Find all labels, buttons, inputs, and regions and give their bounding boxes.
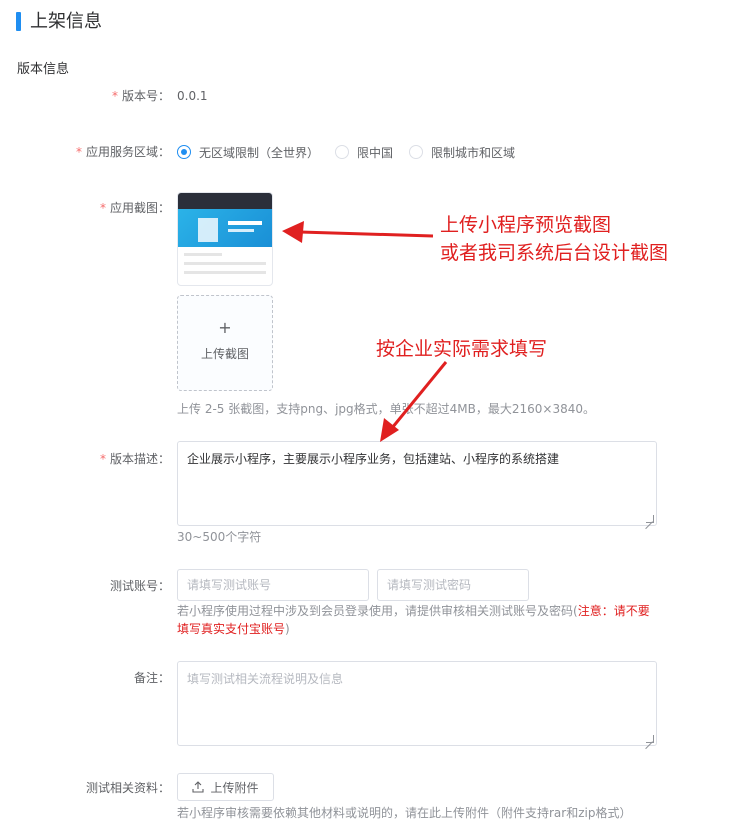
arrow-to-screenshot <box>282 221 434 243</box>
annotation-arrows <box>282 221 448 442</box>
arrow-to-description <box>380 361 448 442</box>
